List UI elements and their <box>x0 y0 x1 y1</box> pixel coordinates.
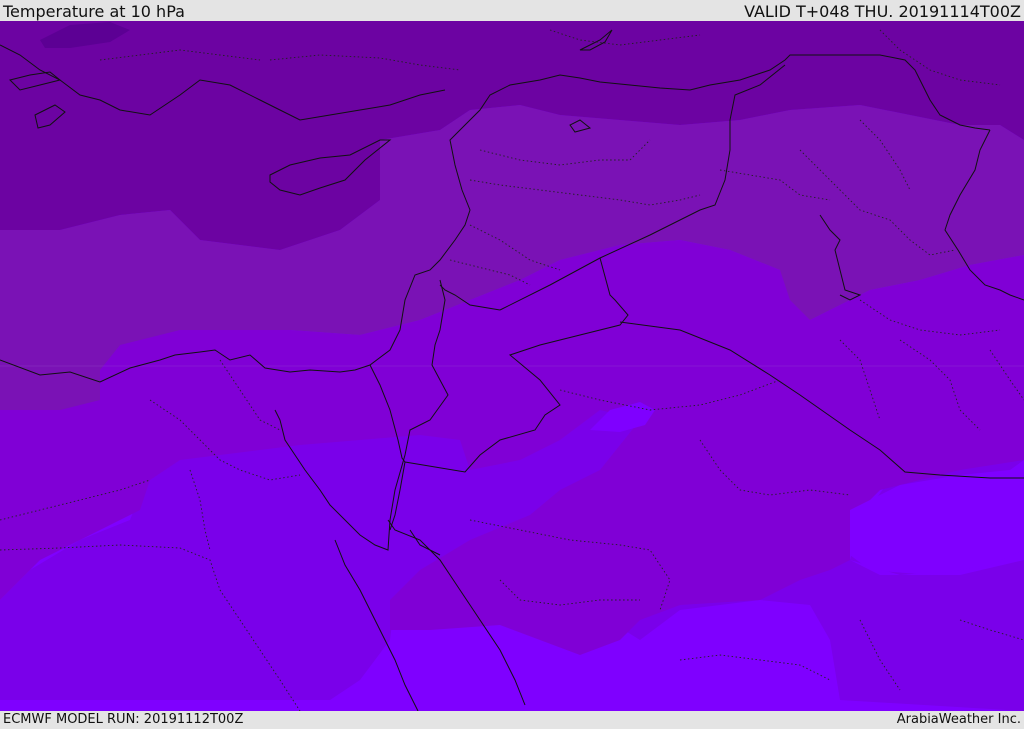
valid-time: VALID T+048 THU. 20191114T00Z <box>744 2 1021 21</box>
footer-bar: ECMWF MODEL RUN: 20191112T00Z ArabiaWeat… <box>0 711 1024 729</box>
credit-text: ArabiaWeather Inc. <box>896 712 1021 727</box>
map-title: Temperature at 10 hPa <box>3 2 185 21</box>
weather-map[interactable] <box>0 21 1024 711</box>
header-bar: Temperature at 10 hPa VALID T+048 THU. 2… <box>0 0 1024 21</box>
temperature-map-svg <box>0 21 1024 711</box>
model-run: ECMWF MODEL RUN: 20191112T00Z <box>3 712 244 727</box>
